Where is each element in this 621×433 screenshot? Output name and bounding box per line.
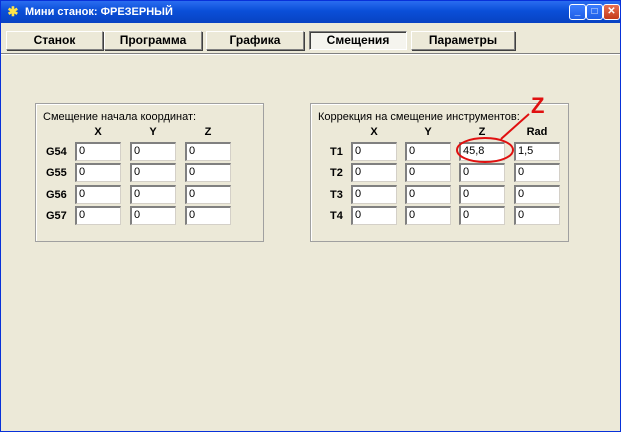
column-header-x: X <box>94 126 102 138</box>
t2-rad-field[interactable]: 0 <box>514 163 560 182</box>
t1-x-field[interactable]: 0 <box>351 142 397 161</box>
row-label-g57: G57 <box>46 210 67 222</box>
tab-graphics[interactable]: Графика <box>206 31 304 50</box>
tool-column-header-z: Z <box>478 126 486 138</box>
origin-offsets-title: Смещение начала координат: <box>43 111 197 123</box>
row-label-g54: G54 <box>46 146 67 158</box>
row-label-t3: T3 <box>330 189 343 201</box>
row-label-t2: T2 <box>330 167 343 179</box>
title-bar[interactable]: ✱ Мини станок: ФРЕЗЕРНЫЙ _ □ ✕ <box>1 1 620 23</box>
t4-y-field[interactable]: 0 <box>405 206 451 225</box>
tab-separator <box>1 53 620 55</box>
row-label-t4: T4 <box>330 210 343 222</box>
t2-y-field[interactable]: 0 <box>405 163 451 182</box>
tool-offsets-title: Коррекция на смещение инструментов: <box>318 111 520 123</box>
t3-rad-field[interactable]: 0 <box>514 185 560 204</box>
minimize-button[interactable]: _ <box>569 4 586 20</box>
g57-x-field[interactable]: 0 <box>75 206 121 225</box>
t1-y-field[interactable]: 0 <box>405 142 451 161</box>
t2-x-field[interactable]: 0 <box>351 163 397 182</box>
g56-z-field[interactable]: 0 <box>185 185 231 204</box>
g54-z-field[interactable]: 0 <box>185 142 231 161</box>
origin-offsets-group: Смещение начала координат: X Y Z G54 0 0… <box>35 103 264 242</box>
tool-column-header-y: Y <box>424 126 432 138</box>
tab-offsets[interactable]: Смещения <box>309 31 407 50</box>
g54-y-field[interactable]: 0 <box>130 142 176 161</box>
tab-bar: Станок Программа Графика Смещения Параме… <box>1 23 620 53</box>
t4-x-field[interactable]: 0 <box>351 206 397 225</box>
row-label-g55: G55 <box>46 167 67 179</box>
column-header-y: Y <box>149 126 157 138</box>
g55-z-field[interactable]: 0 <box>185 163 231 182</box>
t1-rad-field[interactable]: 1,5 <box>514 142 560 161</box>
row-label-g56: G56 <box>46 189 67 201</box>
t2-z-field[interactable]: 0 <box>459 163 505 182</box>
tab-program[interactable]: Программа <box>104 31 202 50</box>
g56-x-field[interactable]: 0 <box>75 185 121 204</box>
app-window: ✱ Мини станок: ФРЕЗЕРНЫЙ _ □ ✕ Станок Пр… <box>0 0 621 432</box>
t4-rad-field[interactable]: 0 <box>514 206 560 225</box>
tool-column-header-rad: Rad <box>526 126 548 138</box>
close-button[interactable]: ✕ <box>603 4 620 20</box>
tab-parameters[interactable]: Параметры <box>411 31 515 50</box>
t4-z-field[interactable]: 0 <box>459 206 505 225</box>
app-icon: ✱ <box>7 4 19 19</box>
t1-z-field[interactable]: 45,8 <box>459 142 505 161</box>
tool-column-header-x: X <box>370 126 378 138</box>
tab-machine[interactable]: Станок <box>6 31 103 50</box>
g55-y-field[interactable]: 0 <box>130 163 176 182</box>
t3-y-field[interactable]: 0 <box>405 185 451 204</box>
t3-x-field[interactable]: 0 <box>351 185 397 204</box>
g57-y-field[interactable]: 0 <box>130 206 176 225</box>
row-label-t1: T1 <box>330 146 343 158</box>
column-header-z: Z <box>204 126 212 138</box>
g56-y-field[interactable]: 0 <box>130 185 176 204</box>
t3-z-field[interactable]: 0 <box>459 185 505 204</box>
maximize-button[interactable]: □ <box>586 4 603 20</box>
tool-offsets-group: Коррекция на смещение инструментов: X Y … <box>310 103 569 242</box>
window-title: Мини станок: ФРЕЗЕРНЫЙ <box>25 6 173 18</box>
g55-x-field[interactable]: 0 <box>75 163 121 182</box>
g54-x-field[interactable]: 0 <box>75 142 121 161</box>
g57-z-field[interactable]: 0 <box>185 206 231 225</box>
